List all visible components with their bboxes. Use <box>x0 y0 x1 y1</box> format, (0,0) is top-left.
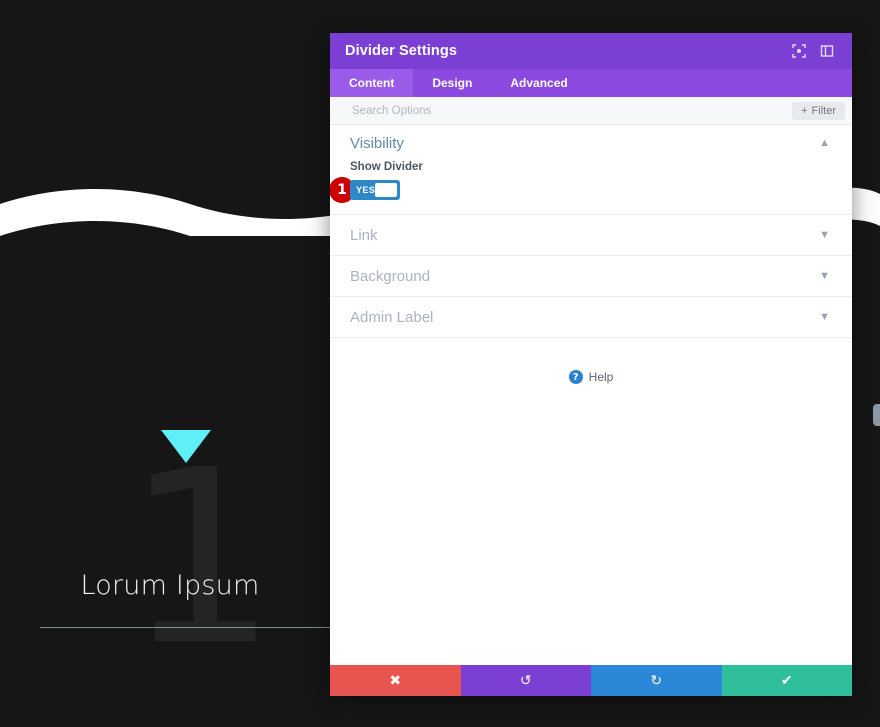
toggle-value-label: YES <box>356 185 376 195</box>
tab-content[interactable]: Content <box>330 69 414 97</box>
hero-divider-rule <box>40 627 340 628</box>
chevron-up-icon[interactable]: ▲ <box>819 137 830 149</box>
redo-button[interactable]: ↻ <box>591 665 722 696</box>
section-link-title: Link <box>350 226 378 244</box>
section-background[interactable]: Background ▼ <box>330 256 852 297</box>
help-label: Help <box>588 370 614 384</box>
search-input[interactable] <box>350 103 793 118</box>
show-divider-label: Show Divider <box>350 161 423 173</box>
section-visibility-title: Visibility <box>350 134 404 152</box>
divider-settings-modal: Divider Settings Content Design Advanced… <box>330 33 852 696</box>
save-button[interactable]: ✔ <box>721 665 852 696</box>
hero-block: 1 Lorum Ipsum <box>0 400 340 678</box>
right-edge-handle[interactable] <box>873 404 880 426</box>
hero-title: Lorum Ipsum <box>80 570 260 601</box>
toggle-knob <box>375 183 397 197</box>
chevron-down-icon[interactable]: ▼ <box>819 270 830 282</box>
filter-button[interactable]: + Filter <box>792 101 845 120</box>
cancel-button[interactable]: ✖ <box>330 665 461 696</box>
plus-icon: + <box>801 104 808 117</box>
chevron-down-icon[interactable]: ▼ <box>819 311 830 323</box>
section-admin-label-title: Admin Label <box>350 308 434 326</box>
layout-toggle-icon[interactable] <box>816 40 838 62</box>
section-link[interactable]: Link ▼ <box>330 215 852 256</box>
section-visibility: Visibility ▲ Show Divider 1 YES <box>330 125 852 215</box>
modal-tabs: Content Design Advanced <box>330 69 852 97</box>
watermark-number: 1 <box>125 418 278 698</box>
show-divider-toggle-wrap: 1 YES <box>330 177 400 203</box>
section-visibility-header[interactable]: Visibility ▲ <box>330 125 852 161</box>
section-admin-label[interactable]: Admin Label ▼ <box>330 297 852 338</box>
page-title: Divider Settings <box>345 43 457 59</box>
modal-body: Visibility ▲ Show Divider 1 YES Link ▼ B… <box>330 125 852 665</box>
help-link[interactable]: ? Help <box>330 338 852 384</box>
chevron-down-icon[interactable]: ▼ <box>819 229 830 241</box>
modal-header: Divider Settings <box>330 33 852 69</box>
tab-advanced[interactable]: Advanced <box>491 69 586 97</box>
tab-design[interactable]: Design <box>413 69 491 97</box>
show-divider-toggle[interactable]: YES <box>350 180 400 200</box>
fullscreen-icon[interactable] <box>788 40 810 62</box>
undo-button[interactable]: ↺ <box>460 665 591 696</box>
field-show-divider: Show Divider 1 YES <box>330 161 852 203</box>
filter-label: Filter <box>811 104 836 117</box>
help-icon: ? <box>568 370 583 384</box>
search-row: + Filter <box>330 97 852 125</box>
modal-footer: ✖ ↺ ↻ ✔ <box>330 665 852 696</box>
section-background-title: Background <box>350 267 431 285</box>
